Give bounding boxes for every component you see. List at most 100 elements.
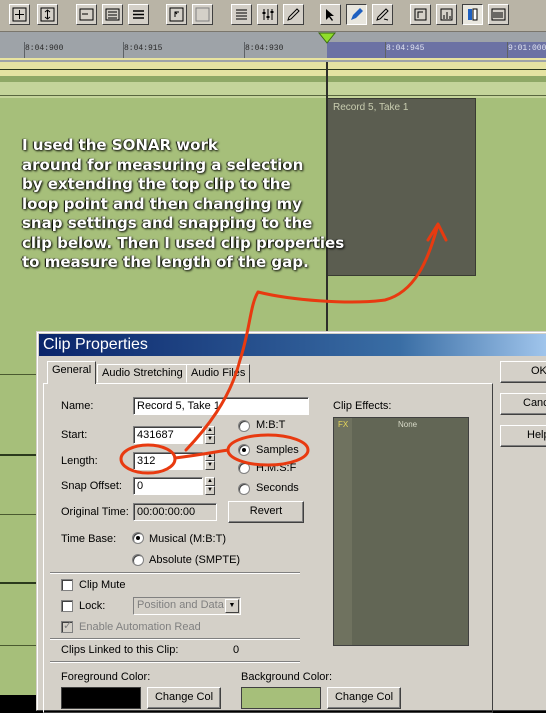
clips-linked-label: Clips Linked to this Clip:: [61, 644, 179, 656]
snap-offset-label: Snap Offset:: [61, 480, 122, 492]
start-label: Start:: [61, 429, 88, 441]
time-base-label: Time Base:: [61, 533, 117, 545]
radio-mbt[interactable]: [238, 420, 250, 432]
radio-seconds-label: Seconds: [256, 482, 299, 494]
radio-samples-label: Samples: [256, 444, 299, 456]
snap-offset-field[interactable]: 0: [133, 477, 203, 495]
separator: [50, 572, 300, 574]
fx-column: [334, 418, 352, 645]
length-field[interactable]: 312: [133, 452, 203, 470]
annotation-line: snap settings and snapping to the: [22, 214, 313, 232]
snap-icon[interactable]: [410, 4, 431, 25]
fit-tracks-icon[interactable]: [37, 4, 58, 25]
cancel-button[interactable]: Cancel: [500, 393, 546, 415]
marker-list-icon[interactable]: [231, 4, 252, 25]
start-field[interactable]: 431687: [133, 426, 203, 444]
spin-up-icon[interactable]: ▲: [205, 477, 215, 486]
ruler-label: 8:04:930: [245, 44, 284, 53]
separator: [50, 661, 300, 663]
edit-tool-icon[interactable]: [346, 4, 367, 25]
ok-button[interactable]: OK: [500, 361, 546, 383]
name-field[interactable]: Record 5, Take 1: [133, 397, 309, 415]
tab-audio-stretching[interactable]: Audio Stretching: [97, 364, 188, 383]
lock-checkbox[interactable]: [61, 600, 73, 612]
lock-dropdown: Position and Data ▼: [133, 597, 241, 615]
general-tab-panel: Name: Record 5, Take 1 Start: 431687 ▲ ▼ …: [43, 383, 493, 713]
mixer-icon[interactable]: [257, 4, 278, 25]
clip-effects-bin[interactable]: FX None: [333, 417, 469, 646]
lock-dropdown-value: Position and Data: [137, 599, 224, 611]
select-tool-icon[interactable]: [320, 4, 341, 25]
clip-properties-dialog: Clip Properties General Audio Stretching…: [36, 331, 546, 713]
dialog-title-bar[interactable]: Clip Properties: [39, 334, 546, 356]
now-marker-icon[interactable]: [318, 32, 336, 44]
revert-button[interactable]: Revert: [228, 501, 304, 523]
annotation-line: loop point and then changing my: [22, 194, 302, 213]
spin-down-icon[interactable]: ▼: [205, 435, 215, 444]
radio-musical-label: Musical (M:B:T): [149, 533, 226, 545]
annotation-text: I used the SONAR work around for measuri…: [22, 136, 422, 273]
radio-hmsf-label: H:M:S:F: [256, 462, 297, 474]
grid-icon[interactable]: [436, 4, 457, 25]
fx-none-label: None: [398, 420, 418, 429]
ruler-label: 8:04:915: [124, 44, 163, 53]
annotation-line: around for measuring a selection: [22, 155, 304, 174]
radio-samples[interactable]: [238, 444, 250, 456]
ruler-label: 8:04:945: [386, 44, 425, 53]
ruler-baseline: [0, 58, 546, 60]
separator: [50, 638, 300, 640]
erase-tool-icon[interactable]: [372, 4, 393, 25]
draw-tool-icon[interactable]: [283, 4, 304, 25]
help-button[interactable]: Help: [500, 425, 546, 447]
staff-view-icon[interactable]: [102, 4, 123, 25]
radio-hmsf[interactable]: [238, 462, 250, 474]
background-color-swatch: [241, 687, 321, 709]
enable-automation-label: Enable Automation Read: [79, 621, 201, 633]
timeline-ruler[interactable]: 8:04:900 8:04:915 8:04:930 8:04:945 9:01…: [0, 32, 546, 62]
lock-label: Lock:: [79, 600, 106, 612]
radio-mbt-label: M:B:T: [256, 419, 286, 431]
name-label: Name:: [61, 400, 94, 412]
radio-absolute[interactable]: [132, 554, 144, 566]
loop-icon[interactable]: [462, 4, 483, 25]
clips-linked-value: 0: [233, 644, 240, 656]
undo-view-icon[interactable]: [166, 4, 187, 25]
radio-seconds[interactable]: [238, 483, 250, 495]
background-color-label: Background Color:: [241, 671, 333, 683]
fx-label: FX: [338, 420, 349, 429]
chevron-down-icon: ▼: [225, 599, 239, 613]
clip-mute-label: Clip Mute: [79, 579, 126, 591]
clip-mute-checkbox[interactable]: [61, 579, 73, 591]
length-spinner[interactable]: ▲ ▼: [205, 452, 215, 470]
meter-icon[interactable]: [488, 4, 509, 25]
spin-down-icon[interactable]: ▼: [205, 461, 215, 470]
enable-automation-checkbox: [61, 619, 73, 633]
ruler-label: 8:04:900: [25, 44, 64, 53]
spin-up-icon[interactable]: ▲: [205, 426, 215, 435]
tab-audio-files[interactable]: Audio Files: [186, 364, 251, 383]
change-background-color-button[interactable]: Change Col: [327, 687, 401, 709]
foreground-color-swatch: [61, 687, 141, 709]
list-view-icon[interactable]: [128, 4, 149, 25]
annotation-line: by extending the top clip to the: [22, 175, 291, 193]
fit-project-icon[interactable]: [9, 4, 30, 25]
original-time-label: Original Time:: [61, 506, 129, 518]
snap-offset-spinner[interactable]: ▲ ▼: [205, 477, 215, 495]
radio-absolute-label: Absolute (SMPTE): [149, 554, 241, 566]
foreground-color-label: Foreground Color:: [61, 671, 151, 683]
annotation-line: to measure the length of the gap.: [22, 253, 309, 271]
clip-title: Record 5, Take 1: [333, 102, 409, 113]
clip-effects-label: Clip Effects:: [333, 400, 392, 412]
dialog-title: Clip Properties: [43, 336, 148, 353]
original-time-field: 00:00:00:00: [133, 503, 217, 521]
start-spinner[interactable]: ▲ ▼: [205, 426, 215, 444]
change-foreground-color-button[interactable]: Change Col: [147, 687, 221, 709]
annotation-line: I used the SONAR work: [22, 136, 218, 154]
spin-down-icon[interactable]: ▼: [205, 486, 215, 495]
redo-view-icon: [192, 4, 213, 25]
spin-up-icon[interactable]: ▲: [205, 452, 215, 461]
tab-general[interactable]: General: [47, 361, 97, 384]
length-label: Length:: [61, 455, 98, 467]
radio-musical[interactable]: [132, 532, 144, 544]
track-view-icon[interactable]: [76, 4, 97, 25]
